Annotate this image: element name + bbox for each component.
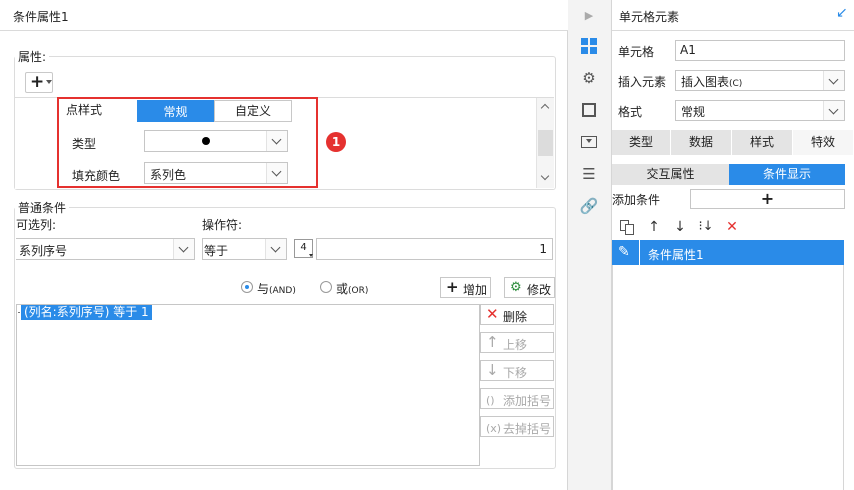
attribute-group-label: 属性:: [15, 48, 50, 65]
remove-bracket-button[interactable]: (x) 去掉括号: [480, 416, 554, 437]
callout-badge: 1: [326, 132, 346, 152]
chevron-down-icon: [828, 74, 839, 85]
value-type-icon[interactable]: 4: [294, 239, 313, 258]
move-bottom-icon[interactable]: ⁝↓: [697, 218, 715, 236]
modify-icon: ⚙: [510, 280, 522, 295]
insert-element-label: 插入元素: [618, 75, 667, 89]
panel-tabs: 类型 数据 样式 特效: [612, 130, 854, 155]
scroll-up-icon[interactable]: [540, 103, 550, 113]
cell-attribute-icon[interactable]: ⚙: [579, 68, 599, 88]
expand-icon[interactable]: ▶: [579, 6, 599, 26]
delete-button[interactable]: ✕ 删除: [480, 304, 554, 325]
attribute-highlight-frame: [57, 97, 318, 188]
tab-style[interactable]: 样式: [732, 130, 793, 155]
bracket-icon: (): [486, 394, 495, 407]
widget-icon[interactable]: [579, 132, 599, 152]
tab-type[interactable]: 类型: [612, 130, 671, 155]
condition-attribute-dialog: 条件属性1 属性: + 点样式 常规 自定义 类型 填充颜色 系列色 1 普通条…: [0, 0, 568, 490]
operator-label: 操作符:: [202, 218, 243, 232]
link-icon[interactable]: 🔗: [579, 196, 599, 216]
condition-toolbar: ↑ ↓ ⁝↓ ✕: [612, 214, 844, 240]
condition-list-item[interactable]: (列名:系列序号) 等于 1: [21, 305, 152, 320]
arrow-up-icon[interactable]: ↑: [645, 218, 663, 236]
close-icon: ✕: [486, 305, 499, 323]
arrow-down-icon: ↓: [486, 361, 499, 379]
cell-label: 单元格: [618, 45, 655, 59]
cell-element-panel: 单元格元素 ↙ 单元格 A1 插入元素 插入图表(C) 格式 常规 类型 数据 …: [612, 0, 854, 490]
modify-condition-button[interactable]: ⚙ 修改: [504, 277, 555, 298]
optional-column-label: 可选列:: [16, 218, 57, 232]
add-bracket-button[interactable]: () 添加括号: [480, 388, 554, 409]
scroll-down-icon[interactable]: [540, 171, 550, 181]
caret-down-icon: [309, 254, 313, 257]
add-condition-button[interactable]: + 增加: [440, 277, 491, 298]
add-attribute-button[interactable]: +: [25, 72, 53, 93]
and-radio[interactable]: [241, 281, 253, 293]
effect-sub-tabs: 交互属性 条件显示: [612, 164, 845, 185]
insert-element-dropdown[interactable]: 插入图表(C): [675, 70, 845, 91]
condition-list: [16, 304, 480, 466]
or-radio-label: 或(OR): [336, 282, 369, 296]
format-dropdown[interactable]: 常规: [675, 100, 845, 121]
condition-attribute-list: [612, 240, 844, 490]
common-condition-label: 普通条件: [15, 199, 70, 216]
chevron-down-icon: [828, 104, 839, 115]
add-condition-label: 添加条件: [612, 193, 661, 207]
or-radio[interactable]: [320, 281, 332, 293]
scroll-thumb[interactable]: [538, 130, 553, 156]
cell-input[interactable]: A1: [675, 40, 845, 61]
list-icon[interactable]: ☰: [579, 164, 599, 184]
value-input[interactable]: 1: [316, 238, 553, 260]
close-icon[interactable]: ✕: [723, 218, 741, 236]
attribute-scrollbar[interactable]: [536, 98, 554, 188]
tab-effects[interactable]: 特效: [793, 130, 854, 155]
collapse-arrow-icon[interactable]: ↙: [836, 5, 848, 21]
and-radio-label: 与(AND): [257, 282, 296, 296]
move-down-button[interactable]: ↓ 下移: [480, 360, 554, 381]
panel-header: 单元格元素 ↙: [612, 0, 854, 31]
remove-bracket-icon: (x): [486, 422, 502, 435]
dialog-title-bar: 条件属性1: [0, 0, 568, 31]
chevron-down-icon: [270, 242, 281, 253]
caret-down-icon: [46, 80, 52, 84]
arrow-up-icon: ↑: [486, 333, 499, 351]
copy-icon[interactable]: [618, 218, 636, 236]
operator-dropdown[interactable]: 等于: [202, 238, 287, 260]
sub-tab-interaction[interactable]: 交互属性: [612, 164, 729, 185]
operator-value: 等于: [204, 244, 229, 258]
tab-data[interactable]: 数据: [671, 130, 732, 155]
column-dropdown[interactable]: 系列序号: [16, 238, 195, 260]
side-icon-strip: ▶ ⚙ ☰ 🔗: [568, 0, 612, 490]
panel-title: 单元格元素: [619, 10, 680, 24]
pencil-icon: ✎: [618, 244, 630, 260]
add-condition-plus-button[interactable]: +: [690, 189, 845, 209]
plus-icon: +: [446, 278, 459, 296]
border-icon[interactable]: [579, 100, 599, 120]
move-up-button[interactable]: ↑ 上移: [480, 332, 554, 353]
dialog-title: 条件属性1: [13, 10, 69, 24]
column-value: 系列序号: [19, 244, 68, 258]
cell-element-icon[interactable]: [579, 36, 599, 56]
format-label: 格式: [618, 105, 643, 119]
condition-attribute-item[interactable]: ✎ 条件属性1: [612, 240, 844, 265]
sub-tab-condition-display[interactable]: 条件显示: [729, 164, 845, 185]
plus-icon: +: [30, 72, 45, 92]
plus-icon: +: [760, 189, 775, 208]
format-value: 常规: [681, 105, 706, 119]
chevron-down-icon: [178, 242, 189, 253]
arrow-down-icon[interactable]: ↓: [671, 218, 689, 236]
